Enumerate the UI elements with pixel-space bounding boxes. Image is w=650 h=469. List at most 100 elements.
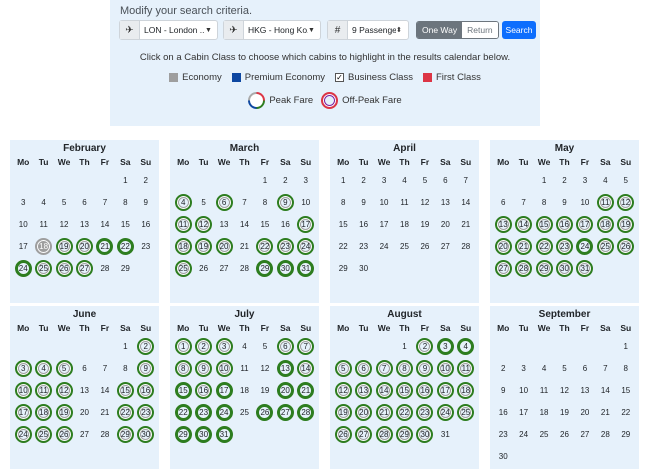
return-button[interactable]: Return [462, 22, 498, 38]
one-way-button[interactable]: One Way [417, 22, 463, 38]
available-date[interactable]: 9 [276, 193, 294, 211]
available-date[interactable]: 18 [35, 403, 53, 421]
available-date[interactable]: 22 [116, 237, 134, 255]
search-button[interactable]: Search [502, 21, 536, 39]
available-date[interactable]: 20 [75, 237, 93, 255]
available-date[interactable]: 31 [215, 425, 233, 443]
available-date[interactable]: 15 [174, 381, 192, 399]
available-date[interactable]: 28 [515, 259, 533, 277]
available-date[interactable]: 6 [355, 359, 373, 377]
available-date[interactable]: 3 [215, 337, 233, 355]
available-date[interactable]: 2 [137, 337, 155, 355]
available-date[interactable]: 19 [617, 215, 635, 233]
available-date[interactable]: 20 [355, 403, 373, 421]
available-date[interactable]: 4 [457, 337, 475, 355]
available-date[interactable]: 27 [276, 403, 294, 421]
available-date[interactable]: 15 [116, 381, 134, 399]
available-date[interactable]: 28 [297, 403, 315, 421]
available-date[interactable]: 3 [14, 359, 32, 377]
available-date[interactable]: 20 [276, 381, 294, 399]
available-date[interactable]: 29 [535, 259, 553, 277]
available-date[interactable]: 18 [457, 381, 475, 399]
available-date[interactable]: 5 [334, 359, 352, 377]
available-date[interactable]: 25 [174, 259, 192, 277]
available-date[interactable]: 24 [576, 237, 594, 255]
available-date[interactable]: 19 [195, 237, 213, 255]
available-date[interactable]: 30 [137, 425, 155, 443]
available-date[interactable]: 6 [276, 337, 294, 355]
available-date[interactable]: 15 [395, 381, 413, 399]
available-date[interactable]: 16 [416, 381, 434, 399]
available-date[interactable]: 30 [555, 259, 573, 277]
available-date[interactable]: 10 [14, 381, 32, 399]
available-date[interactable]: 19 [334, 403, 352, 421]
available-date[interactable]: 11 [35, 381, 53, 399]
available-date[interactable]: 11 [174, 215, 192, 233]
available-date[interactable]: 31 [576, 259, 594, 277]
available-date[interactable]: 17 [576, 215, 594, 233]
available-date[interactable]: 26 [55, 425, 73, 443]
available-date[interactable]: 22 [256, 237, 274, 255]
available-date[interactable]: 16 [555, 215, 573, 233]
available-date[interactable]: 22 [116, 403, 134, 421]
available-date[interactable]: 14 [297, 359, 315, 377]
available-date[interactable]: 21 [96, 237, 114, 255]
available-date[interactable]: 12 [55, 381, 73, 399]
available-date[interactable]: 28 [375, 425, 393, 443]
available-date[interactable]: 23 [195, 403, 213, 421]
available-date[interactable]: 1 [174, 337, 192, 355]
passengers-select[interactable]: # 9 Passenger ⬍ [327, 20, 409, 40]
available-date[interactable]: 7 [297, 337, 315, 355]
available-date[interactable]: 15 [535, 215, 553, 233]
available-date[interactable]: 12 [334, 381, 352, 399]
available-date[interactable]: 27 [75, 259, 93, 277]
destination-select[interactable]: ✈ HKG - Hong Ko... ▼ [223, 20, 321, 40]
cabin-economy[interactable]: Economy [169, 72, 222, 83]
available-date[interactable]: 8 [395, 359, 413, 377]
available-date[interactable]: 26 [55, 259, 73, 277]
available-date[interactable]: 22 [174, 403, 192, 421]
available-date[interactable]: 17 [297, 215, 315, 233]
available-date[interactable]: 9 [416, 359, 434, 377]
available-date[interactable]: 2 [195, 337, 213, 355]
available-date[interactable]: 29 [395, 425, 413, 443]
available-date[interactable]: 12 [195, 215, 213, 233]
available-date[interactable]: 21 [297, 381, 315, 399]
available-date[interactable]: 16 [195, 381, 213, 399]
available-date[interactable]: 27 [355, 425, 373, 443]
available-date[interactable]: 25 [35, 425, 53, 443]
available-date[interactable]: 23 [137, 403, 155, 421]
available-date[interactable]: 4 [174, 193, 192, 211]
available-date[interactable]: 25 [35, 259, 53, 277]
available-date[interactable]: 3 [436, 337, 454, 355]
available-date[interactable]: 22 [535, 237, 553, 255]
available-date[interactable]: 19 [55, 403, 73, 421]
available-date[interactable]: 9 [195, 359, 213, 377]
available-date[interactable]: 18 [174, 237, 192, 255]
origin-select[interactable]: ✈ LON - London ... ▼ [119, 20, 218, 40]
available-date[interactable]: 13 [355, 381, 373, 399]
available-date[interactable]: 9 [137, 359, 155, 377]
available-date[interactable]: 18 [596, 215, 614, 233]
available-date[interactable]: 26 [256, 403, 274, 421]
available-date[interactable]: 11 [596, 193, 614, 211]
available-date[interactable]: 21 [375, 403, 393, 421]
available-date[interactable]: 23 [555, 237, 573, 255]
available-date[interactable]: 31 [297, 259, 315, 277]
available-date[interactable]: 14 [515, 215, 533, 233]
available-date[interactable]: 19 [55, 237, 73, 255]
cabin-first[interactable]: First Class [422, 72, 481, 83]
available-date[interactable]: 29 [116, 425, 134, 443]
available-date[interactable]: 27 [494, 259, 512, 277]
available-date[interactable]: 6 [215, 193, 233, 211]
available-date[interactable]: 16 [137, 381, 155, 399]
available-date[interactable]: 5 [55, 359, 73, 377]
available-date[interactable]: 26 [334, 425, 352, 443]
available-date[interactable]: 23 [276, 237, 294, 255]
available-date[interactable]: 25 [596, 237, 614, 255]
available-date[interactable]: 26 [617, 237, 635, 255]
available-date[interactable]: 30 [195, 425, 213, 443]
available-date[interactable]: 12 [617, 193, 635, 211]
available-date[interactable]: 30 [276, 259, 294, 277]
available-date[interactable]: 30 [416, 425, 434, 443]
